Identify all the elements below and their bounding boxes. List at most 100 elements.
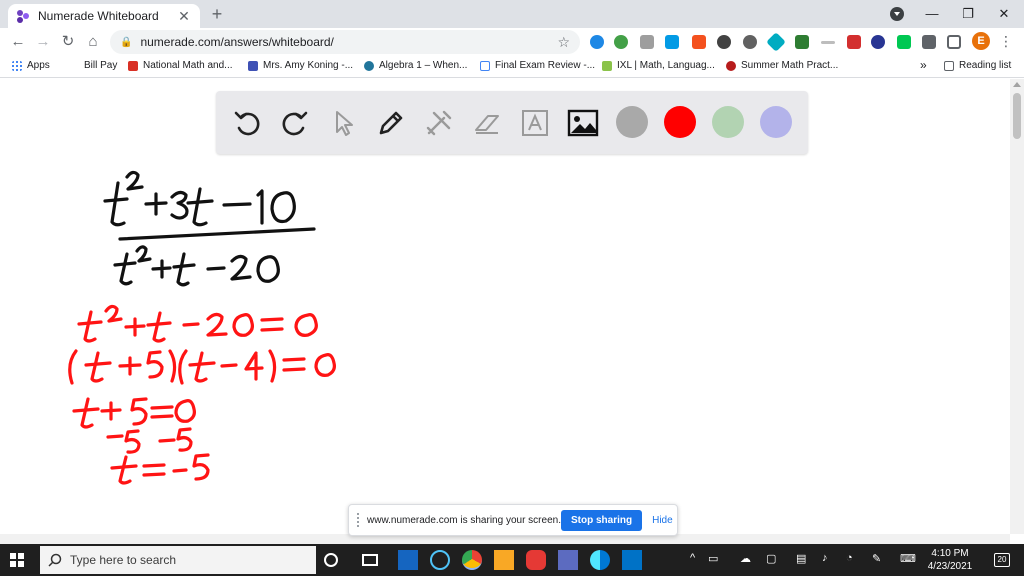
clock-time: 4:10 PM [931,548,969,559]
back-icon[interactable]: ← [8,32,28,52]
scroll-up-icon[interactable] [1013,82,1021,87]
extension-1-icon[interactable] [590,35,604,49]
numerator-expression [103,170,296,227]
hide-button[interactable]: Hide [652,515,673,526]
cortana-icon[interactable] [324,553,338,567]
equation-line-4 [106,427,193,454]
stop-sharing-button[interactable]: Stop sharing [560,509,643,531]
extension-11-icon[interactable] [847,35,861,49]
file-explorer-icon[interactable] [494,550,514,570]
amy-koning-icon [248,60,258,71]
bookmark-label: Final Exam Review -... [495,60,596,71]
numerade-logo-icon [17,10,29,23]
lock-icon: 🔒 [120,36,133,48]
tab-numerade[interactable]: Numerade Whiteboard ✕ [8,4,200,28]
bookmark-bill-pay[interactable]: Bill Pay [84,60,117,71]
network-icon[interactable]: ▤ [796,552,806,565]
onedrive-icon[interactable]: ☁ [740,552,751,565]
notification-center-icon[interactable]: 20 [994,553,1010,567]
bookmark-label: Bill Pay [84,60,118,71]
reading-list-icon [944,60,954,71]
extension-3-icon[interactable] [640,35,654,49]
task-view-icon[interactable] [362,554,378,566]
bookmark-label: IXL | Math, Languag... [617,60,715,71]
bookmark-apps[interactable]: Apps [12,60,50,71]
extension-7-icon[interactable] [743,35,757,49]
bookmark-label: Apps [27,60,50,71]
equation-line-3 [72,397,196,429]
outlook-icon[interactable] [622,550,642,570]
pen-workspace-icon[interactable]: ✎ [872,552,881,565]
apps-grid-icon [12,60,22,71]
tab-strip: Numerade Whiteboard ✕ + — ❐ ✕ [0,0,1024,28]
bookmark-star-icon[interactable]: ☆ [557,34,570,51]
extension-9-icon[interactable] [795,35,809,49]
handwritten-work [68,170,336,485]
tab-title: Numerade Whiteboard [38,9,159,23]
address-bar[interactable]: 🔒 numerade.com/answers/whiteboard/ ☆ [110,30,580,54]
equation-line-2 [68,349,336,385]
cast-icon[interactable] [947,35,961,49]
forward-icon[interactable]: → [33,32,53,52]
whiteboard-canvas[interactable] [0,79,1010,534]
browser-menu-icon[interactable]: ⋮ [998,32,1014,50]
extension-10-icon[interactable] [821,41,835,44]
app-icon-red[interactable] [526,550,546,570]
profile-menu-icon[interactable] [890,7,904,21]
reading-list-label: Reading list [959,60,1012,71]
bookmark-reading-list[interactable]: Reading list [944,60,1011,71]
reload-icon[interactable]: ↻ [58,32,78,52]
tray-overflow-icon[interactable]: ^ [690,552,695,564]
drag-handle-icon[interactable] [357,513,359,527]
tray-wifi-icon[interactable]: ◔ [846,552,853,564]
edge-icon[interactable] [590,550,610,570]
extension-12-icon[interactable] [871,35,885,49]
denominator-expression [113,245,280,287]
profile-avatar[interactable]: E [972,32,990,50]
extension-6-icon[interactable] [717,35,731,49]
ixl-icon [602,60,612,71]
volume-icon[interactable]: ♪ [822,552,828,564]
extension-13-icon[interactable] [897,35,911,49]
taskbar-search[interactable]: Type here to search [40,546,316,574]
taskbar: Type here to search ^ ▭ ☁ ▢ ▤ ♪ ◔ ✎ ⌨ 4:… [0,544,1024,576]
extensions-puzzle-icon[interactable] [922,35,936,49]
store-icon[interactable] [558,550,578,570]
bookmark-summer-math[interactable]: Summer Math Pract... [726,60,838,71]
bookmark-label: Mrs. Amy Koning -... [263,60,354,71]
minimize-icon[interactable]: — [914,0,950,28]
new-tab-icon[interactable]: + [207,4,227,24]
restore-icon[interactable]: ❐ [950,0,986,28]
extension-8-icon[interactable] [766,32,786,52]
search-icon [48,553,62,567]
extension-5-icon[interactable] [692,35,706,49]
bookmark-national-math[interactable]: National Math and... [128,60,233,71]
summer-math-icon [726,60,736,71]
close-window-icon[interactable]: ✕ [986,0,1022,28]
bookmarks-overflow-icon[interactable]: » [920,58,927,72]
clock-date: 4/23/2021 [927,561,973,572]
extension-2-icon[interactable] [614,35,628,49]
extension-4-icon[interactable] [665,35,679,49]
bookmark-algebra-1[interactable]: Algebra 1 – When... [364,60,467,71]
scrollbar-thumb[interactable] [1013,93,1021,139]
screen-share-bar: www.numerade.com is sharing your screen.… [348,504,678,536]
windows-start-icon[interactable] [10,553,24,567]
wordpress-icon [364,60,374,71]
media-player-icon[interactable] [430,550,450,570]
bookmark-ixl[interactable]: IXL | Math, Languag... [602,60,715,71]
tray-app-icon[interactable]: ▭ [708,552,718,565]
bookmark-final-exam-review[interactable]: Final Exam Review -... [480,60,595,71]
home-icon[interactable]: ⌂ [83,32,103,52]
chrome-icon[interactable] [462,550,482,570]
vertical-scrollbar[interactable] [1010,79,1024,534]
tray-monitor-icon[interactable]: ▢ [766,552,776,565]
equation-line-1 [77,304,318,343]
bookmark-amy-koning[interactable]: Mrs. Amy Koning -... [248,60,353,71]
bookmark-label: National Math and... [143,60,233,71]
close-tab-icon[interactable]: ✕ [176,8,192,25]
mail-icon[interactable] [398,550,418,570]
keyboard-icon[interactable]: ⌨ [900,552,916,565]
system-clock[interactable]: 4:10 PM 4/23/2021 [920,547,980,573]
browser-toolbar: ← → ↻ ⌂ 🔒 numerade.com/answers/whiteboar… [0,28,1024,56]
